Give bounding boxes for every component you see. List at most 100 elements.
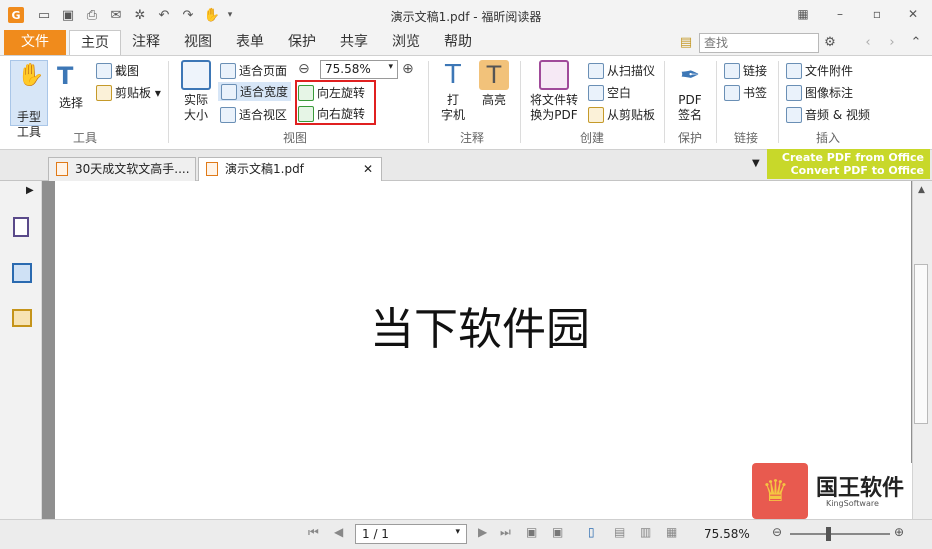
fit-page-icon: [220, 62, 236, 79]
settings-icon[interactable]: ⚙: [822, 34, 838, 50]
convert-to-pdf-button[interactable]: 将文件转 换为PDF: [526, 60, 582, 123]
tab-home[interactable]: 主页: [69, 30, 121, 56]
rotate-right-button[interactable]: 向右旋转: [298, 105, 365, 122]
pdf-sign-button[interactable]: ✒ PDF 签名: [670, 60, 710, 123]
page-thumbnail-icon[interactable]: [13, 217, 29, 237]
clipboard-icon: [96, 84, 112, 101]
chevron-down-icon: ▾: [455, 527, 460, 537]
scroll-up-icon[interactable]: ▲: [918, 185, 925, 195]
hand-tool-label: 手型 工具: [16, 110, 41, 139]
rotate-left-icon: [298, 84, 314, 101]
zoom-slider[interactable]: [790, 533, 890, 535]
fit-page-button[interactable]: 适合页面: [220, 62, 287, 79]
group-label-view: 视图: [282, 131, 307, 145]
globe-link-icon: [724, 62, 740, 79]
forward-icon[interactable]: ›: [884, 34, 900, 50]
clipboard-button[interactable]: 剪贴板 ▾: [96, 84, 161, 101]
audio-video-button[interactable]: 音频 & 视频: [786, 106, 870, 123]
previous-view-icon[interactable]: ▣: [526, 525, 537, 539]
highlight-icon: T: [479, 60, 509, 90]
group-label-protect: 保护: [677, 131, 702, 145]
from-scanner-button[interactable]: 从扫描仪: [588, 62, 655, 79]
next-page-icon[interactable]: ▶: [478, 525, 487, 539]
find-folder-icon[interactable]: ▤: [678, 34, 694, 50]
fit-visible-icon: [220, 106, 236, 123]
tab-protect[interactable]: 保护: [280, 30, 324, 55]
actual-size-label: 实际 大小: [183, 93, 208, 122]
restore-icon[interactable]: ▫: [866, 5, 888, 23]
zoom-value: 75.58%: [325, 62, 371, 76]
watermark-name: 国王软件: [816, 476, 905, 501]
close-tab-icon[interactable]: ✕: [363, 158, 373, 180]
promo-banner[interactable]: Create PDF from Office Convert PDF to Off…: [767, 149, 930, 179]
fit-visible-label: 适合视区: [239, 108, 288, 122]
page-number-select[interactable]: 1 / 1 ▾: [355, 524, 467, 544]
pdf-file-icon: [56, 162, 68, 176]
last-page-icon[interactable]: ⏭: [500, 525, 511, 540]
tab-list-dropdown-icon[interactable]: ▼: [752, 158, 760, 169]
tab-share[interactable]: 共享: [332, 30, 376, 55]
typewriter-label: 打 字机: [440, 93, 465, 122]
zoom-select[interactable]: 75.58% ▾: [320, 60, 398, 79]
search-input[interactable]: [699, 33, 819, 53]
from-clipboard-button[interactable]: 从剪贴板: [588, 106, 655, 123]
blank-button[interactable]: 空白: [588, 84, 631, 101]
link-button[interactable]: 链接: [724, 62, 767, 79]
zoom-in-status-icon[interactable]: ⊕: [894, 525, 904, 539]
promo-line-2: Convert PDF to Office: [790, 164, 924, 177]
snapshot-button[interactable]: 截图: [96, 62, 139, 79]
single-page-icon[interactable]: ▯: [588, 525, 595, 539]
link-label: 链接: [743, 64, 768, 78]
tab-view[interactable]: 视图: [176, 30, 220, 55]
group-label-insert: 插入: [815, 131, 840, 145]
document-tab[interactable]: 30天成文软文高手....: [48, 157, 196, 181]
tab-help[interactable]: 帮助: [436, 30, 480, 55]
continuous-facing-icon[interactable]: ▦: [666, 525, 677, 539]
tab-file[interactable]: 文件: [4, 30, 66, 55]
fit-visible-button[interactable]: 适合视区: [220, 106, 287, 123]
back-icon[interactable]: ‹: [860, 34, 876, 50]
first-page-icon[interactable]: ⏮: [308, 525, 319, 540]
comments-icon[interactable]: [12, 309, 32, 327]
zoom-slider-handle[interactable]: [826, 527, 831, 541]
layout-icon[interactable]: ▦: [792, 5, 814, 23]
layers-icon[interactable]: [12, 263, 32, 283]
tab-browse[interactable]: 浏览: [384, 30, 428, 55]
rotate-left-button[interactable]: 向左旋转: [298, 84, 365, 101]
rotate-left-label: 向左旋转: [317, 86, 366, 100]
bookmark-button[interactable]: 书签: [724, 84, 767, 101]
scrollbar-thumb[interactable]: [914, 264, 928, 424]
file-attachment-button[interactable]: 文件附件: [786, 62, 853, 79]
select-label: 选择: [58, 96, 83, 110]
tab-comment[interactable]: 注释: [124, 30, 168, 55]
actual-size-icon: [181, 60, 211, 90]
highlight-button[interactable]: T 高亮: [476, 60, 512, 108]
group-label-links: 链接: [733, 131, 758, 145]
typewriter-button[interactable]: T 打 字机: [436, 60, 470, 123]
select-text-icon: T: [57, 62, 74, 90]
previous-page-icon[interactable]: ◀: [334, 525, 343, 539]
snapshot-label: 截图: [115, 64, 140, 78]
continuous-icon[interactable]: ▤: [614, 525, 625, 539]
group-separator: [778, 61, 779, 143]
rotate-right-icon: [298, 105, 314, 122]
blank-label: 空白: [607, 86, 632, 100]
expand-panel-icon[interactable]: ▶: [26, 185, 34, 196]
page-number-value: 1 / 1: [362, 527, 389, 541]
close-icon[interactable]: ✕: [902, 5, 924, 23]
tab-form[interactable]: 表单: [228, 30, 272, 55]
actual-size-button[interactable]: 实际 大小: [176, 60, 216, 123]
minimize-icon[interactable]: –: [829, 5, 851, 23]
promo-line-1: Create PDF from Office: [781, 151, 924, 164]
fit-page-label: 适合页面: [239, 64, 288, 78]
zoom-in-icon[interactable]: ⊕: [402, 61, 414, 77]
collapse-ribbon-icon[interactable]: ⌃: [908, 34, 924, 50]
image-annotation-button[interactable]: 图像标注: [786, 84, 853, 101]
zoom-out-icon[interactable]: ⊖: [298, 61, 310, 77]
fit-width-button[interactable]: 适合宽度: [218, 82, 292, 101]
facing-icon[interactable]: ▥: [640, 525, 651, 539]
next-view-icon[interactable]: ▣: [552, 525, 563, 539]
document-tab-active[interactable]: 演示文稿1.pdf ✕: [198, 157, 382, 182]
zoom-out-status-icon[interactable]: ⊖: [772, 525, 782, 539]
scanner-icon: [588, 62, 604, 79]
